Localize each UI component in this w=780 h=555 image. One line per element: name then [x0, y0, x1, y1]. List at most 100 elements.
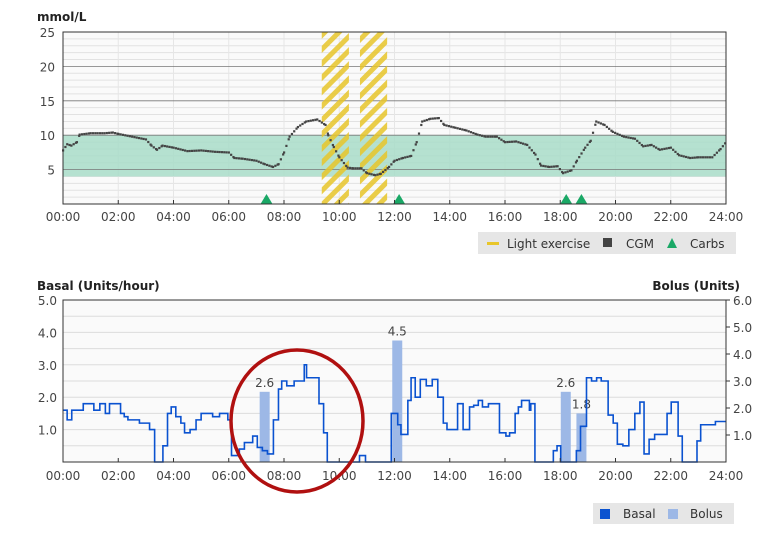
bolus-legend-swatch	[668, 509, 678, 519]
cgm-point	[179, 148, 182, 151]
cgm-point	[704, 156, 707, 159]
cgm-point	[636, 139, 639, 142]
cgm-point	[580, 152, 583, 155]
cgm-point	[312, 119, 315, 122]
cgm-point	[230, 153, 233, 156]
basal-y-tick-label: 4.0	[38, 326, 57, 340]
cgm-point	[650, 143, 653, 147]
cgm-point	[163, 144, 166, 148]
glucose-y-tick-label: 25	[40, 26, 55, 40]
cgm-point	[437, 117, 440, 120]
bolus-y-tick-label: 1.0	[733, 429, 752, 443]
cgm-point	[539, 164, 543, 167]
cgm-point	[684, 155, 688, 159]
cgm-point	[395, 158, 399, 162]
cgm-point	[128, 135, 131, 138]
cgm-point	[542, 164, 545, 168]
cgm-point	[209, 150, 212, 153]
cgm-point	[614, 131, 617, 134]
insulin-x-tick-label: 00:00	[46, 469, 81, 483]
cgm-point	[655, 146, 658, 149]
cgm-point	[594, 123, 597, 126]
cgm-point	[562, 172, 565, 175]
cgm-point	[693, 156, 696, 159]
cgm-point	[370, 173, 373, 176]
cgm-point	[108, 131, 111, 134]
cgm-point	[415, 141, 418, 144]
cgm-point	[285, 144, 288, 148]
cgm-point	[161, 144, 164, 147]
cgm-point	[530, 149, 533, 152]
insulin-x-tick-label: 08:00	[267, 469, 302, 483]
cgm-point	[548, 165, 551, 169]
cgm-point	[489, 135, 492, 138]
cgm-point	[556, 165, 559, 168]
cgm-point	[233, 156, 236, 160]
insulin-x-tick-label: 16:00	[488, 469, 523, 483]
cgm-point	[661, 148, 664, 151]
cgm-point	[320, 121, 323, 124]
cgm-point	[365, 172, 369, 175]
insulin-x-tick-label: 24:00	[709, 469, 744, 483]
cgm-point	[340, 159, 343, 162]
cgm-point	[586, 143, 589, 146]
cgm-point	[188, 149, 191, 153]
cgm-point	[642, 145, 645, 148]
cgm-point	[398, 158, 401, 161]
cgm-point	[174, 147, 178, 150]
cgm-point	[699, 156, 702, 159]
glucose-y-tick-label: 10	[40, 129, 55, 143]
cgm-point	[674, 150, 677, 153]
cgm-point	[117, 132, 120, 136]
cgm-point	[105, 131, 108, 135]
cgm-point	[456, 127, 459, 130]
legend-light-exercise: Light exercise	[507, 237, 590, 251]
cgm-point	[248, 158, 251, 161]
glucose-y-tick-label: 15	[40, 95, 55, 109]
cgm-point	[268, 164, 271, 167]
cgm-point	[103, 132, 106, 135]
cgm-point	[414, 143, 417, 146]
cgm-point	[227, 151, 230, 154]
cgm-point	[197, 149, 201, 152]
cgm-point	[101, 132, 104, 135]
light-exercise-legend-swatch	[487, 242, 499, 245]
bolus-bar	[560, 391, 571, 462]
insulin-x-tick-label: 20:00	[598, 469, 633, 483]
cgm-point	[646, 144, 649, 147]
legend-cgm: CGM	[626, 237, 654, 251]
cgm-point	[181, 148, 184, 152]
cgm-point	[376, 173, 379, 176]
cgm-point	[144, 138, 148, 141]
cgm-point	[410, 154, 413, 158]
cgm-point	[85, 132, 88, 135]
cgm-point	[316, 118, 319, 121]
cgm-point	[352, 167, 355, 170]
cgm-point	[566, 170, 569, 173]
cgm-point	[309, 119, 312, 122]
cgm-point	[669, 146, 672, 149]
cgm-point	[472, 131, 475, 135]
cgm-point	[384, 168, 387, 172]
bolus-bar	[392, 340, 403, 462]
cgm-point	[327, 134, 330, 137]
cgm-point	[318, 119, 321, 123]
cgm-point	[379, 172, 382, 175]
cgm-point	[589, 139, 592, 142]
cgm-point	[440, 119, 443, 123]
cgm-point	[450, 125, 453, 128]
bolus-value-label: 1.8	[572, 397, 591, 411]
cgm-point	[486, 135, 490, 138]
cgm-point	[277, 163, 280, 166]
cgm-point	[517, 141, 520, 144]
bolus-y-tick-label: 2.0	[733, 402, 752, 416]
cgm-point	[241, 157, 244, 160]
cgm-point	[447, 125, 451, 128]
cgm-point	[652, 145, 655, 148]
cgm-point	[429, 117, 432, 120]
cgm-point	[584, 146, 587, 149]
cgm-point	[558, 168, 561, 171]
bolus-value-label: 2.6	[556, 376, 575, 390]
cgm-point	[465, 129, 468, 132]
cgm-point	[672, 148, 675, 151]
